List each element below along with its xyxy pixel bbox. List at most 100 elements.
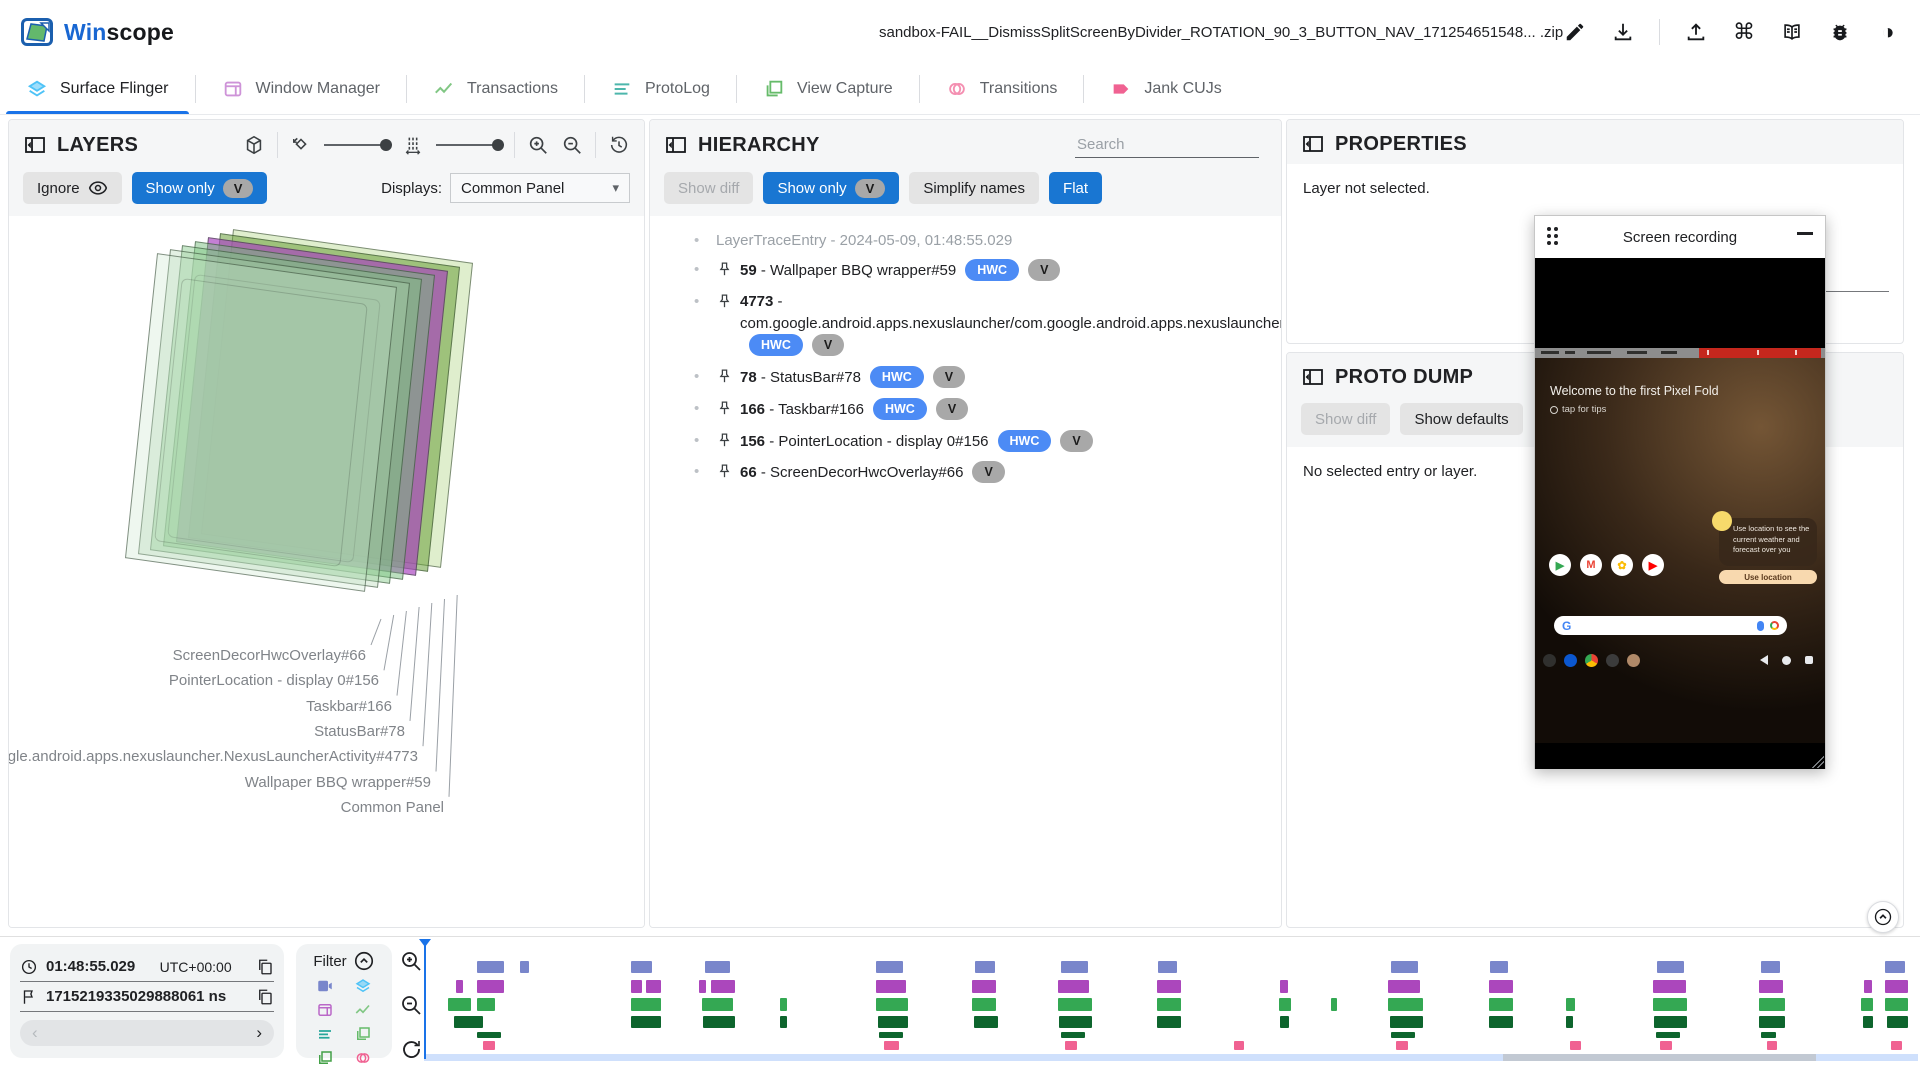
- filter-screen-recording-icon[interactable]: [315, 976, 335, 996]
- hierarchy-layer-row[interactable]: •66 - ScreenDecorHwcOverlay#66V: [660, 461, 1271, 484]
- filter-transitions-icon[interactable]: [353, 1048, 373, 1065]
- download-icon[interactable]: [1611, 20, 1635, 44]
- collapse-panel-icon[interactable]: [23, 133, 47, 157]
- trace-entry-block: [1390, 1016, 1423, 1028]
- tree-node-bullet: •: [694, 461, 699, 483]
- tab-label: Window Manager: [256, 80, 381, 98]
- rotation-slider[interactable]: [324, 144, 390, 146]
- welcome-text: Welcome to the first Pixel Fold: [1550, 384, 1719, 398]
- hwc-chip: HWC: [870, 366, 924, 388]
- filter-ime-icon[interactable]: [315, 1048, 335, 1065]
- collapse-panel-icon[interactable]: [1301, 132, 1325, 156]
- trace-entry-block: [1489, 980, 1513, 993]
- pin-icon[interactable]: [716, 293, 733, 310]
- hwc-chip: HWC: [873, 398, 927, 420]
- shortcuts-icon[interactable]: ⌘: [1732, 20, 1756, 44]
- edit-file-icon[interactable]: [1563, 20, 1587, 44]
- trace-entry-block: [1759, 1016, 1785, 1028]
- filter-protolog-icon[interactable]: [315, 1024, 335, 1044]
- trace-entry-root[interactable]: • LayerTraceEntry - 2024-05-09, 01:48:55…: [660, 232, 1271, 249]
- tab-window-manager[interactable]: Window Manager: [196, 64, 407, 114]
- trace-entry-block: [1570, 1041, 1581, 1050]
- phone-screenshot: Welcome to the first Pixel Fold tap for …: [1535, 348, 1825, 743]
- collapse-timeline-button[interactable]: [1867, 901, 1899, 933]
- trace-entry-block: [477, 961, 504, 973]
- zoom-out-icon[interactable]: [561, 134, 583, 156]
- layer-rect[interactable]: [125, 253, 397, 592]
- collapse-filter-icon[interactable]: [353, 950, 375, 972]
- rotation-icon[interactable]: [290, 134, 312, 156]
- tab-protolog[interactable]: ProtoLog: [585, 64, 736, 114]
- stacked-squares-icon: [763, 78, 785, 100]
- drag-handle-icon[interactable]: [1547, 227, 1561, 247]
- flat-button[interactable]: Flat: [1049, 172, 1102, 204]
- collapse-panel-icon[interactable]: [664, 133, 688, 157]
- pin-icon[interactable]: [716, 432, 733, 449]
- sun-icon: [1712, 511, 1732, 531]
- pin-icon[interactable]: [716, 463, 733, 480]
- pin-icon[interactable]: [716, 261, 733, 278]
- spacing-slider[interactable]: [436, 144, 502, 146]
- 3d-view-icon[interactable]: [243, 134, 265, 156]
- trace-entry-block: [1566, 998, 1575, 1011]
- tab-surface-flinger[interactable]: Surface Flinger: [0, 64, 195, 114]
- report-bug-icon[interactable]: [1828, 20, 1852, 44]
- pin-icon[interactable]: [716, 400, 733, 417]
- hierarchy-layer-row[interactable]: •156 - PointerLocation - display 0#156HW…: [660, 430, 1271, 453]
- simplify-names-button[interactable]: Simplify names: [909, 172, 1039, 204]
- google-search-bar[interactable]: G: [1554, 616, 1787, 635]
- trace-entry-block: [1653, 980, 1686, 993]
- google-g-icon: G: [1562, 619, 1571, 633]
- timeline-range-segment: [1503, 1054, 1817, 1061]
- frame-scrollbar[interactable]: ‹ ›: [20, 1020, 274, 1046]
- tips-icon: [1550, 406, 1558, 414]
- filter-transactions-icon[interactable]: [353, 1000, 373, 1020]
- timeline-range-track[interactable]: [424, 1054, 1918, 1061]
- displays-select[interactable]: Common Panel ▾: [450, 173, 630, 203]
- reset-view-icon[interactable]: [608, 134, 630, 156]
- minimize-button[interactable]: [1797, 232, 1813, 235]
- screen-recording-window[interactable]: Screen recording Welcome to the first Pi…: [1534, 215, 1826, 769]
- layer-name: - ScreenDecorHwcOverlay#66: [757, 464, 964, 481]
- trace-entry-block: [1061, 961, 1088, 973]
- hierarchy-layer-row[interactable]: •166 - Taskbar#166HWCV: [660, 398, 1271, 421]
- documentation-icon[interactable]: [1780, 20, 1804, 44]
- use-location-button[interactable]: Use location: [1719, 570, 1817, 584]
- filter-window-manager-icon[interactable]: [315, 1000, 335, 1020]
- eye-icon: [88, 178, 108, 198]
- show-defaults-button[interactable]: Show defaults: [1400, 403, 1522, 435]
- tab-transactions[interactable]: Transactions: [407, 64, 584, 114]
- tab-transitions[interactable]: Transitions: [920, 64, 1084, 114]
- zoom-in-icon[interactable]: [527, 134, 549, 156]
- show-only-visible-button[interactable]: Show only V: [763, 172, 899, 204]
- upload-icon[interactable]: [1684, 20, 1708, 44]
- copy-ns-icon[interactable]: [256, 988, 274, 1006]
- taskbar-chrome-icon: [1585, 654, 1598, 667]
- filter-surface-flinger-icon[interactable]: [353, 976, 373, 996]
- timeline-canvas[interactable]: [418, 937, 1920, 1065]
- dark-mode-icon[interactable]: ◑: [1876, 20, 1900, 44]
- trace-entry-block: [1280, 1016, 1289, 1028]
- copy-time-icon[interactable]: [256, 958, 274, 976]
- hierarchy-search-input[interactable]: [1075, 132, 1259, 158]
- tab-jank-cujs[interactable]: Jank CUJs: [1084, 64, 1247, 114]
- prev-frame-icon[interactable]: ‹: [32, 1023, 38, 1043]
- layers-3d-canvas[interactable]: ScreenDecorHwcOverlay#66PointerLocation …: [9, 216, 644, 928]
- timeline-cursor[interactable]: [424, 939, 426, 1059]
- pin-icon[interactable]: [716, 368, 733, 385]
- hierarchy-layer-row[interactable]: •4773 - com.google.android.apps.nexuslau…: [660, 291, 1271, 357]
- show-diff-button[interactable]: Show diff: [1301, 403, 1390, 435]
- collapse-panel-icon[interactable]: [1301, 365, 1325, 389]
- hierarchy-layer-row[interactable]: •78 - StatusBar#78HWCV: [660, 366, 1271, 389]
- hierarchy-layer-row[interactable]: •59 - Wallpaper BBQ wrapper#59HWCV: [660, 259, 1271, 282]
- spacing-icon[interactable]: [402, 134, 424, 156]
- next-frame-icon[interactable]: ›: [256, 1023, 262, 1043]
- signpost-icon: [1110, 78, 1132, 100]
- show-diff-button[interactable]: Show diff: [664, 172, 753, 204]
- ignore-button[interactable]: Ignore: [23, 172, 122, 204]
- tab-view-capture[interactable]: View Capture: [737, 64, 919, 114]
- trace-entry-block: [780, 1016, 788, 1028]
- show-only-visible-button[interactable]: Show only V: [132, 172, 268, 204]
- resize-handle[interactable]: [1812, 756, 1824, 768]
- filter-view-capture-icon[interactable]: [353, 1024, 373, 1044]
